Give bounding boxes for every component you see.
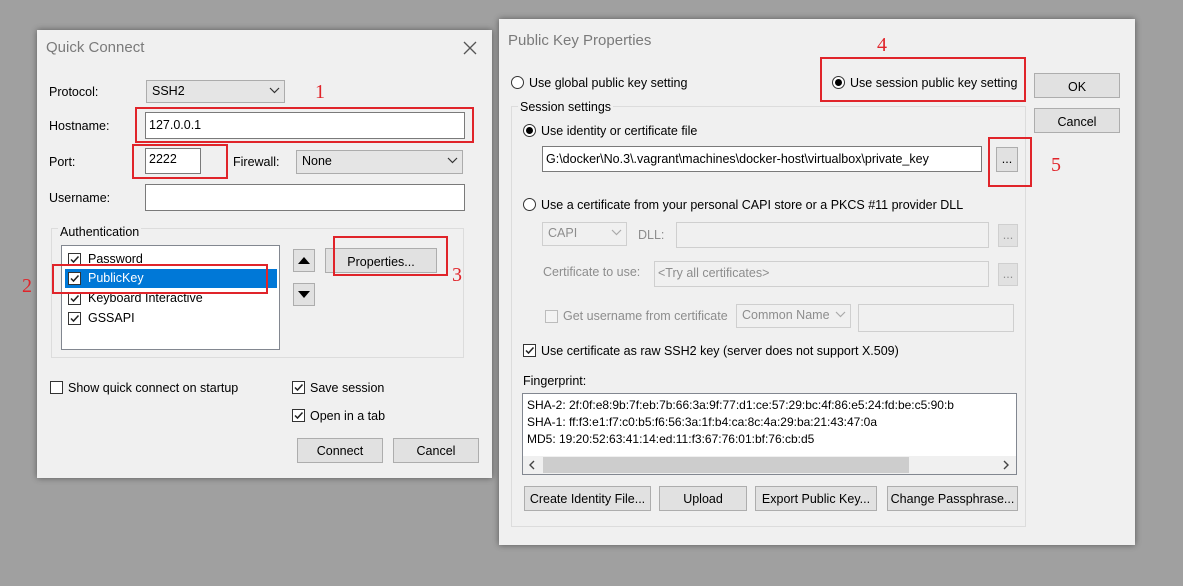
chevron-down-icon xyxy=(611,229,622,236)
chevron-down-icon xyxy=(447,157,458,164)
checkbox[interactable] xyxy=(68,312,81,325)
protocol-select[interactable]: SSH2 xyxy=(146,80,285,103)
annotation-number: 2 xyxy=(22,275,32,297)
chevron-down-icon xyxy=(269,87,280,94)
fingerprint-line: SHA-2: 2f:0f:e8:9b:7f:eb:7b:66:3a:9f:77:… xyxy=(527,398,954,412)
chevron-left-icon[interactable] xyxy=(527,460,537,470)
annotation-box-session-setting xyxy=(820,57,1026,102)
connect-button[interactable]: Connect xyxy=(297,438,383,463)
create-identity-button[interactable]: Create Identity File... xyxy=(524,486,651,511)
use-identity-radio[interactable] xyxy=(523,124,536,137)
annotation-number: 1 xyxy=(315,81,325,103)
triangle-up-icon xyxy=(298,257,310,264)
save-session-label: Save session xyxy=(310,381,385,395)
raw-ssh2-checkbox[interactable] xyxy=(523,344,536,357)
common-name-input[interactable] xyxy=(858,304,1014,332)
cancel-button[interactable]: Cancel xyxy=(393,438,479,463)
use-global-label: Use global public key setting xyxy=(529,76,688,90)
common-name-select[interactable]: Common Name xyxy=(736,304,851,328)
export-public-key-button[interactable]: Export Public Key... xyxy=(755,486,877,511)
capi-select[interactable]: CAPI xyxy=(542,222,627,246)
cancel-button[interactable]: Cancel xyxy=(1034,108,1120,133)
dll-label: DLL: xyxy=(638,228,665,242)
annotation-box-browse xyxy=(988,137,1032,187)
fingerprint-label: Fingerprint: xyxy=(523,374,587,388)
horizontal-scrollbar[interactable] xyxy=(523,456,1016,474)
username-label: Username: xyxy=(49,191,111,205)
close-icon[interactable] xyxy=(462,40,478,56)
annotation-number: 4 xyxy=(877,34,887,56)
open-in-tab-checkbox[interactable] xyxy=(292,409,305,422)
fingerprint-line: MD5: 19:20:52:63:41:14:ed:11:f3:67:76:01… xyxy=(527,432,815,446)
show-on-startup-checkbox[interactable] xyxy=(50,381,63,394)
common-name-value: Common Name xyxy=(742,308,830,322)
use-identity-label: Use identity or certificate file xyxy=(541,124,698,138)
annotation-box-publickey xyxy=(52,264,268,294)
fingerprint-box[interactable]: SHA-2: 2f:0f:e8:9b:7f:eb:7b:66:3a:9f:77:… xyxy=(522,393,1017,475)
capi-value: CAPI xyxy=(548,226,578,240)
dll-browse-button[interactable]: ... xyxy=(998,224,1018,247)
protocol-label: Protocol: xyxy=(49,85,99,99)
use-capi-radio[interactable] xyxy=(523,198,536,211)
cert-to-use-label: Certificate to use: xyxy=(543,265,641,279)
list-item[interactable]: GSSAPI xyxy=(66,310,276,328)
change-passphrase-button[interactable]: Change Passphrase... xyxy=(887,486,1018,511)
move-up-button[interactable] xyxy=(293,249,315,272)
cert-browse-button[interactable]: ... xyxy=(998,263,1018,286)
cert-to-use-input[interactable]: <Try all certificates> xyxy=(654,261,989,287)
use-global-radio[interactable] xyxy=(511,76,524,89)
get-username-label: Get username from certificate xyxy=(563,309,728,323)
triangle-down-icon xyxy=(298,291,310,298)
chevron-down-icon xyxy=(835,311,846,318)
annotation-number: 5 xyxy=(1051,154,1061,176)
show-on-startup-label: Show quick connect on startup xyxy=(68,381,239,395)
identity-file-input[interactable]: G:\docker\No.3\.vagrant\machines\docker-… xyxy=(542,146,982,172)
fingerprint-line: SHA-1: ff:f3:e1:f7:c0:b5:f6:56:3a:1f:b4:… xyxy=(527,415,878,429)
move-down-button[interactable] xyxy=(293,283,315,306)
scrollbar-thumb[interactable] xyxy=(543,457,909,473)
auth-method-list[interactable]: Password PublicKey Keyboard Interactive … xyxy=(61,245,280,350)
upload-button[interactable]: Upload xyxy=(659,486,747,511)
port-label: Port: xyxy=(49,155,76,169)
ok-button[interactable]: OK xyxy=(1034,73,1120,98)
authentication-label: Authentication xyxy=(58,225,142,239)
firewall-value: None xyxy=(302,154,332,168)
open-in-tab-label: Open in a tab xyxy=(310,409,386,423)
firewall-select[interactable]: None xyxy=(296,150,463,174)
annotation-number: 3 xyxy=(452,264,462,286)
use-capi-label: Use a certificate from your personal CAP… xyxy=(541,198,964,212)
annotation-box-hostname xyxy=(135,107,474,143)
public-key-properties-dialog: Public Key Properties Use global public … xyxy=(499,19,1135,545)
hostname-label: Hostname: xyxy=(49,119,110,133)
get-username-checkbox[interactable] xyxy=(545,310,558,323)
firewall-label: Firewall: xyxy=(233,155,280,169)
list-item-label: GSSAPI xyxy=(88,311,135,325)
username-input[interactable] xyxy=(145,184,465,211)
annotation-box-port xyxy=(132,144,228,179)
annotation-box-properties xyxy=(333,236,448,276)
raw-ssh2-label: Use certificate as raw SSH2 key (server … xyxy=(541,344,899,358)
protocol-value: SSH2 xyxy=(152,84,185,98)
save-session-checkbox[interactable] xyxy=(292,381,305,394)
dialog-title: Quick Connect xyxy=(46,39,145,56)
dialog-title: Public Key Properties xyxy=(508,32,652,49)
session-settings-label: Session settings xyxy=(518,100,614,114)
chevron-right-icon[interactable] xyxy=(1001,460,1011,470)
dll-input[interactable] xyxy=(676,222,989,248)
